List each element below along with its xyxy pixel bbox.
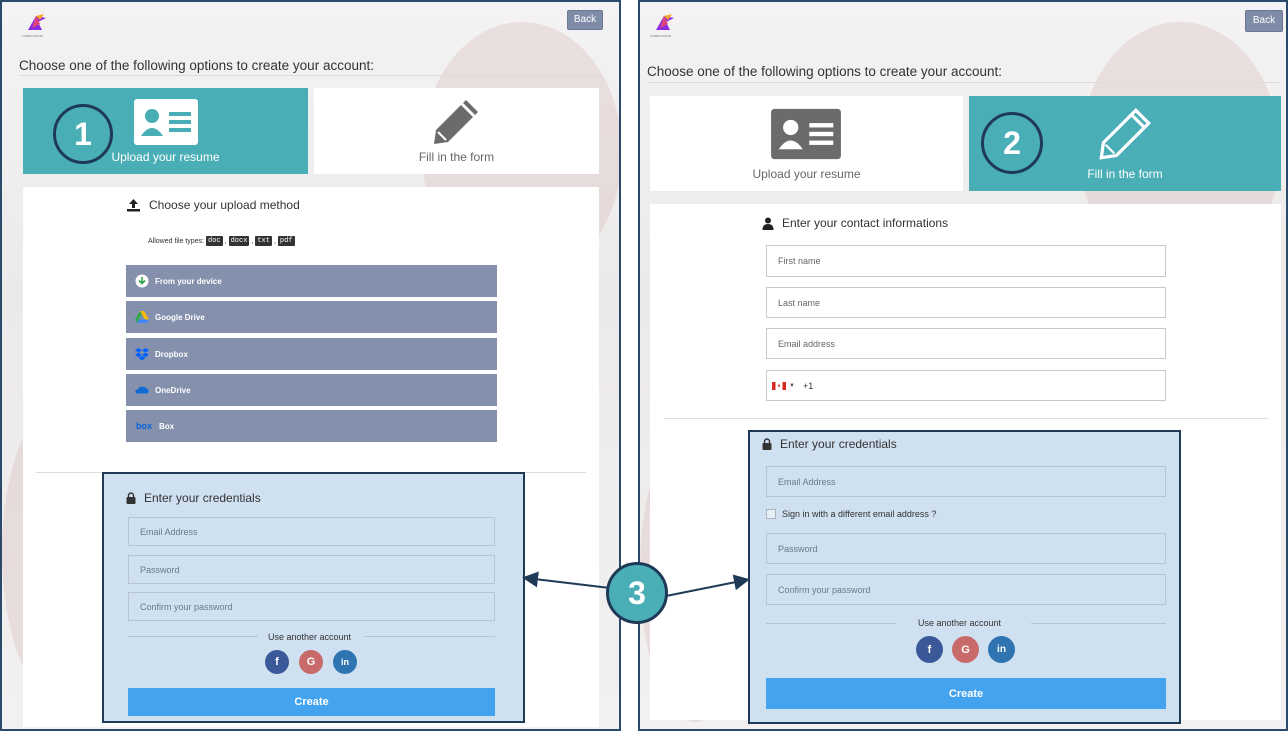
linkedin-button[interactable]: in <box>333 650 357 674</box>
file-type-badge: docx <box>228 236 250 246</box>
tab-upload-label: Upload your resume <box>752 167 861 181</box>
step-badge-2: 2 <box>981 112 1043 174</box>
source-label: Dropbox <box>155 349 188 359</box>
create-button[interactable]: Create <box>128 688 495 716</box>
dropbox-icon <box>135 347 149 361</box>
source-label: Box <box>159 421 175 431</box>
tab-upload-label: Upload your resume <box>111 150 220 164</box>
file-type-badge: txt <box>255 236 272 246</box>
caret-down-icon: ▼ <box>789 382 795 389</box>
divider <box>128 636 258 637</box>
confirm-password-field[interactable]: Confirm your password <box>128 592 495 621</box>
tab-form-label: Fill in the form <box>418 150 495 164</box>
first-name-field[interactable]: First name <box>766 245 1166 277</box>
file-type-badge: pdf <box>277 236 295 246</box>
different-email-checkbox[interactable]: Sign in with a different email address ? <box>766 509 936 519</box>
source-onedrive-button[interactable]: OneDrive <box>126 374 497 406</box>
source-from-device-button[interactable]: From your device <box>126 265 497 297</box>
upload-method-label: Choose your upload method <box>149 198 300 212</box>
logo-icon <box>28 14 46 30</box>
divider <box>364 636 495 637</box>
google-button[interactable]: G <box>299 650 323 674</box>
source-label: From your device <box>155 276 222 286</box>
credentials-heading: Enter your credentials <box>126 491 261 505</box>
divider <box>19 75 602 76</box>
source-label: Google Drive <box>155 312 205 322</box>
download-icon <box>135 274 149 288</box>
box-icon: box <box>135 421 152 431</box>
phone-field[interactable]: ▼ +1 <box>766 370 1166 401</box>
id-card-icon <box>134 99 198 145</box>
upload-method-heading: Choose your upload method <box>126 198 300 212</box>
tab-upload-resume[interactable]: Upload your resume <box>650 96 963 191</box>
logo-text: LOREM IPSUM <box>650 34 672 38</box>
lock-icon <box>762 438 772 450</box>
phone-code: +1 <box>802 380 814 391</box>
source-google-drive-button[interactable]: Google Drive <box>126 301 497 333</box>
google-button[interactable]: G <box>952 636 979 663</box>
divider <box>647 82 1280 83</box>
credentials-label: Enter your credentials <box>144 491 261 505</box>
source-box-button[interactable]: box Box <box>126 410 497 442</box>
create-button[interactable]: Create <box>766 678 1166 709</box>
divider <box>766 623 896 624</box>
linkedin-button[interactable]: in <box>988 636 1015 663</box>
checkbox-box[interactable] <box>766 509 776 519</box>
id-card-icon <box>771 108 841 160</box>
logo-text: LOREM IPSUM <box>22 34 44 38</box>
back-button[interactable]: Back <box>1245 10 1283 32</box>
left-panel: LOREM IPSUM Back Choose one of the follo… <box>0 0 621 731</box>
allowed-file-types: Allowed file types: doc, docx, txt, pdf <box>148 236 295 246</box>
use-another-account-label: Use another account <box>918 618 1002 628</box>
last-name-field[interactable]: Last name <box>766 287 1166 318</box>
choose-option-title: Choose one of the following options to c… <box>19 58 374 73</box>
pencil-icon <box>1099 108 1151 160</box>
allowed-label: Allowed file types: <box>148 237 205 245</box>
step-badge-1: 1 <box>53 104 113 164</box>
contact-heading: Enter your contact informations <box>762 216 948 230</box>
file-type-badge: doc <box>206 236 223 246</box>
tab-form-label: Fill in the form <box>1087 167 1163 181</box>
country-selector[interactable]: ▼ <box>772 381 795 390</box>
divider <box>664 418 1268 419</box>
source-label: OneDrive <box>155 385 191 395</box>
source-dropbox-button[interactable]: Dropbox <box>126 338 497 370</box>
divider <box>1031 623 1166 624</box>
lock-icon <box>126 492 136 504</box>
facebook-button[interactable]: f <box>265 650 289 674</box>
email-field[interactable]: Email Address <box>766 466 1166 497</box>
credentials-heading: Enter your credentials <box>762 437 897 451</box>
back-button[interactable]: Back <box>567 10 603 30</box>
onedrive-icon <box>135 383 149 397</box>
canada-flag-icon <box>772 381 786 390</box>
right-panel: LOREM IPSUM Back Choose one of the follo… <box>638 0 1288 731</box>
different-email-label: Sign in with a different email address ? <box>782 509 937 519</box>
email-field[interactable]: Email Address <box>128 517 495 546</box>
user-icon <box>762 217 774 230</box>
credentials-label: Enter your credentials <box>780 437 897 451</box>
logo-icon <box>656 14 674 30</box>
tab-fill-form[interactable]: Fill in the form <box>314 88 599 174</box>
google-drive-icon <box>135 310 149 324</box>
step-badge-3: 3 <box>606 562 668 624</box>
contact-label: Enter your contact informations <box>782 216 949 230</box>
facebook-button[interactable]: f <box>916 636 943 663</box>
use-another-account-label: Use another account <box>268 632 352 642</box>
password-field[interactable]: Password <box>128 555 495 584</box>
choose-option-title: Choose one of the following options to c… <box>647 64 1002 79</box>
upload-icon <box>127 199 140 212</box>
email-address-field[interactable]: Email address <box>766 328 1166 359</box>
password-field[interactable]: Password <box>766 533 1166 564</box>
confirm-password-field[interactable]: Confirm your password <box>766 574 1166 605</box>
pencil-icon <box>434 100 478 144</box>
